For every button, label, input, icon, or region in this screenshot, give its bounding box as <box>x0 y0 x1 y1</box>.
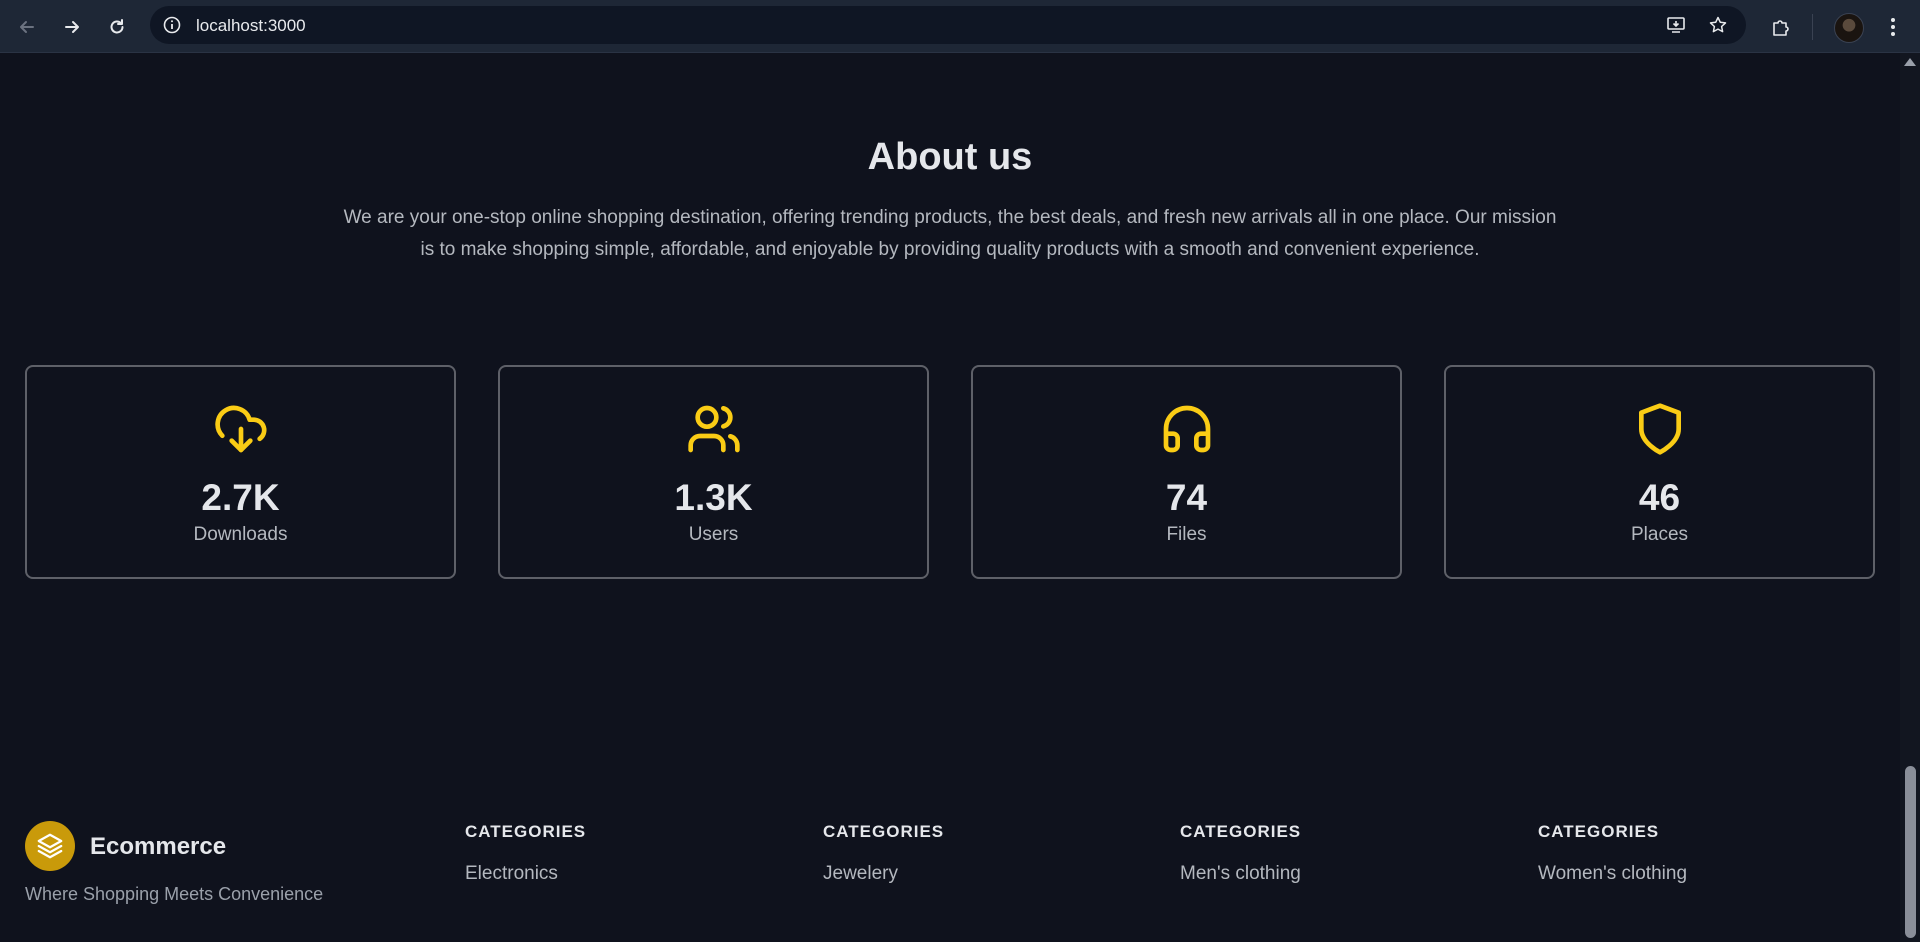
forward-button[interactable] <box>58 13 86 41</box>
stat-label: Downloads <box>193 524 288 545</box>
bookmark-star-icon[interactable] <box>1708 15 1728 35</box>
footer-heading: CATEGORIES <box>1180 822 1302 841</box>
cloud-download-icon <box>214 405 267 453</box>
brand-tagline: Where Shopping Meets Convenience <box>25 884 324 904</box>
forward-arrow-icon <box>65 21 79 33</box>
footer-link-womens-clothing[interactable]: Women's clothing <box>1538 863 1687 885</box>
footer-heading: CATEGORIES <box>465 822 587 841</box>
stat-card-users: 1.3K Users <box>498 365 929 579</box>
puzzle-icon <box>1773 20 1789 36</box>
stat-label: Places <box>1630 524 1689 545</box>
stat-label: Files <box>1166 524 1207 545</box>
reload-button[interactable] <box>103 13 131 41</box>
headphones-icon <box>1163 405 1210 453</box>
footer-link-electronics[interactable]: Electronics <box>465 863 586 885</box>
brand-logo[interactable] <box>25 821 75 871</box>
url-text[interactable]: localhost:3000 <box>196 16 306 36</box>
menu-button[interactable] <box>1879 13 1907 41</box>
scrollbar-thumb[interactable] <box>1905 766 1916 938</box>
stat-value: 74 <box>1165 477 1208 518</box>
about-title: About us <box>867 136 1033 178</box>
footer-heading: CATEGORIES <box>823 822 945 841</box>
layers-icon <box>37 833 63 859</box>
footer-column: CATEGORIES Women's clothing <box>1538 822 1687 885</box>
address-bar[interactable]: localhost:3000 <box>150 6 1746 44</box>
users-icon <box>687 405 740 453</box>
footer-link-mens-clothing[interactable]: Men's clothing <box>1180 863 1301 885</box>
toolbar-divider <box>1812 14 1813 40</box>
brand-name[interactable]: Ecommerce <box>90 833 226 861</box>
stat-value: 2.7K <box>201 477 280 518</box>
shield-icon <box>1638 403 1681 455</box>
browser-toolbar: localhost:3000 <box>0 0 1920 53</box>
footer-column: CATEGORIES Electronics <box>465 822 586 885</box>
stat-value: 46 <box>1638 477 1681 518</box>
reload-icon <box>110 19 124 34</box>
profile-avatar[interactable] <box>1834 13 1864 43</box>
about-description: We are your one-stop online shopping des… <box>343 207 1557 260</box>
back-arrow-icon <box>20 21 34 33</box>
more-vertical-icon <box>1891 18 1895 36</box>
footer-link-jewelery[interactable]: Jewelery <box>823 863 944 885</box>
footer-column: CATEGORIES Jewelery <box>823 822 944 885</box>
stat-card-places: 46 Places <box>1444 365 1875 579</box>
footer-heading: CATEGORIES <box>1538 822 1660 841</box>
stat-value: 1.3K <box>674 477 753 518</box>
extensions-button[interactable] <box>1767 13 1795 41</box>
site-info-icon[interactable] <box>162 15 182 35</box>
back-button[interactable] <box>13 13 41 41</box>
stat-label: Users <box>688 524 739 545</box>
scroll-up-arrow-icon[interactable] <box>1904 58 1916 66</box>
install-app-icon[interactable] <box>1666 15 1686 35</box>
footer-column: CATEGORIES Men's clothing <box>1180 822 1301 885</box>
stat-card-files: 74 Files <box>971 365 1402 579</box>
stat-card-downloads: 2.7K Downloads <box>25 365 456 579</box>
